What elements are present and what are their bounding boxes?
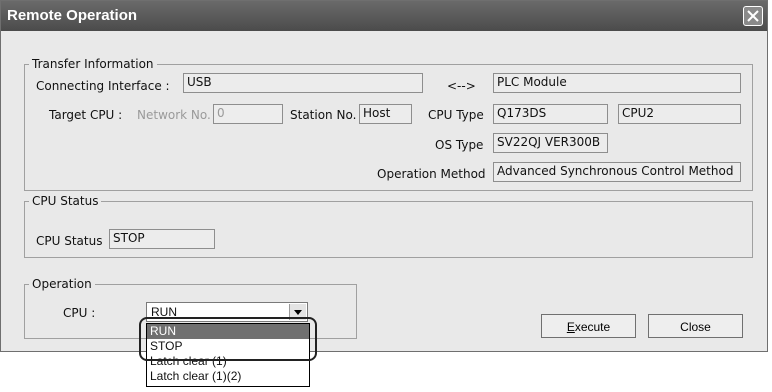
dialog-title: Remote Operation [7,7,138,24]
title-bar[interactable]: Remote Operation [1,1,767,31]
chevron-down-icon [294,310,302,315]
cpu-operation-selected-value: RUN [151,305,177,319]
cpu-operation-dropdown-list: RUN STOP Latch clear (1) Latch clear (1)… [146,323,310,387]
connecting-interface-label: Connecting Interface : [36,79,170,93]
remote-operation-dialog: Remote Operation Transfer Information Co… [0,0,768,352]
execute-button[interactable]: Execute [541,314,636,338]
close-icon [747,10,759,22]
os-type-field: SV22QJ VER300B [493,133,608,153]
station-no-field: Host [359,104,412,124]
os-type-label: OS Type [435,138,484,152]
cpu-type-label: CPU Type [428,108,484,122]
dropdown-option-latch-clear-1[interactable]: Latch clear (1) [147,354,309,369]
connecting-interface-field: USB [183,73,423,93]
target-cpu-label: Target CPU : [49,108,123,122]
close-window-button[interactable] [743,6,763,26]
transfer-information-legend: Transfer Information [32,57,154,71]
network-no-field: 0 [213,104,283,124]
cpu-operation-label: CPU : [63,306,96,320]
operation-legend: Operation [32,277,92,291]
cpu-status-legend: CPU Status [32,194,99,208]
dropdown-option-run[interactable]: RUN [147,324,309,339]
dropdown-arrow-button[interactable] [289,304,306,320]
cpu-status-label: CPU Status [36,234,103,248]
plc-module-field: PLC Module [493,73,741,93]
operation-method-field: Advanced Synchronous Control Method [493,162,741,182]
operation-method-label: Operation Method [377,167,486,181]
cpu-number-field: CPU2 [618,104,741,124]
network-no-label: Network No. [137,108,211,122]
dropdown-option-latch-clear-1-2[interactable]: Latch clear (1)(2) [147,369,309,384]
station-no-label: Station No. [290,108,357,122]
close-button[interactable]: Close [648,314,743,338]
cpu-operation-select[interactable]: RUN [146,302,308,322]
execute-button-label: Execute [566,320,611,334]
cpu-status-field: STOP [109,229,215,249]
dropdown-option-stop[interactable]: STOP [147,339,309,354]
cpu-type-field: Q173DS [493,104,608,124]
arrow-label: <--> [447,79,476,93]
